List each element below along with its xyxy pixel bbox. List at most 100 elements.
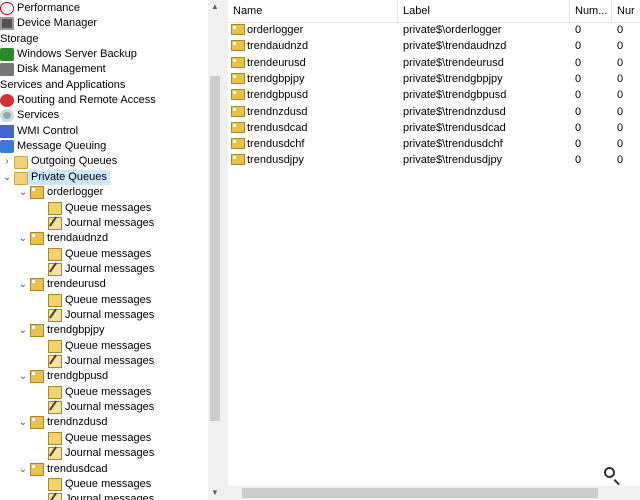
queue-list-row[interactable]: trendeurusd private$\trendeurusd 0 0 — [228, 55, 640, 71]
tree-item-journal-messages[interactable]: Journal messages — [48, 262, 154, 277]
tree-item-device-manager[interactable]: Device Manager — [0, 16, 97, 31]
queue-icon — [231, 72, 245, 84]
queue-name: trendaudnzd — [247, 40, 309, 53]
queue-icon — [30, 278, 44, 291]
tree-item-queue-trendaudnzd[interactable]: ⌄ trendaudnzd — [18, 231, 108, 246]
queue-list-row[interactable]: trendgbpusd private$\trendgbpusd 0 0 — [228, 87, 640, 103]
tree-item-journal-messages[interactable]: Journal messages — [48, 446, 154, 461]
tree-item-services-and-applications[interactable]: Services and Applications — [0, 78, 125, 93]
magnifier-icon[interactable] — [600, 464, 624, 488]
queue-journal-count: 0 — [617, 121, 624, 134]
queue-icon — [30, 232, 44, 245]
tree-item-queue-messages[interactable]: Queue messages — [48, 293, 151, 308]
collapse-chevron-icon[interactable]: ⌄ — [18, 416, 28, 429]
queue-journal-count: 0 — [617, 40, 624, 53]
collapse-chevron-icon[interactable]: ⌄ — [18, 324, 28, 337]
tree-item-queue-messages[interactable]: Queue messages — [48, 477, 151, 492]
tree-item-queue-messages[interactable]: Queue messages — [48, 431, 151, 446]
collapse-chevron-icon[interactable]: ⌄ — [18, 232, 28, 245]
collapse-chevron-icon[interactable]: ⌄ — [18, 463, 28, 476]
queue-name-cell: trendgbpusd — [231, 87, 396, 103]
tree-item-label: trendeurusd — [47, 278, 106, 290]
queue-message-count: 0 — [575, 56, 582, 69]
queue-list-row[interactable]: trendusdchf private$\trendusdchf 0 0 — [228, 136, 640, 152]
tree-item-queue-messages[interactable]: Queue messages — [48, 385, 151, 400]
tree-item-label: Queue messages — [65, 248, 152, 260]
tree-item-storage[interactable]: Storage — [0, 32, 39, 47]
folder-icon — [14, 156, 28, 169]
column-header-name[interactable]: Name — [228, 0, 398, 22]
tree-item-queue-orderlogger[interactable]: ⌄ orderlogger — [18, 185, 103, 200]
queue-list-row[interactable]: trendaudnzd private$\trendaudnzd 0 0 — [228, 38, 640, 54]
queue-list-row[interactable]: trendnzdusd private$\trendnzdusd 0 0 — [228, 104, 640, 120]
device-manager-icon — [0, 17, 14, 30]
queue-icon — [231, 105, 245, 117]
tree-item-journal-messages[interactable]: Journal messages — [48, 400, 154, 415]
tree-item-label: Services — [17, 109, 60, 121]
tree-item-disk-management[interactable]: Disk Management — [0, 62, 106, 77]
tree-item-queue-trendgbpusd[interactable]: ⌄ trendgbpusd — [18, 369, 108, 384]
tree-item-label: trendnzdusd — [47, 416, 108, 428]
tree-item-queue-messages[interactable]: Queue messages — [48, 201, 151, 216]
column-header-number-messages[interactable]: Num... — [570, 0, 612, 22]
tree-item-journal-messages[interactable]: Journal messages — [48, 492, 154, 500]
wmi-icon — [0, 125, 14, 138]
queue-message-count: 0 — [575, 24, 582, 36]
queue-journal-count: 0 — [617, 72, 624, 85]
tree-item-queue-messages[interactable]: Queue messages — [48, 247, 151, 262]
tree-item-queue-trendgbpjpy[interactable]: ⌄ trendgbpjpy — [18, 323, 105, 338]
queue-name: trendusdchf — [247, 138, 305, 151]
tree-item-label: Journal messages — [65, 263, 155, 275]
tree-item-queue-trendusdcad[interactable]: ⌄ trendusdcad — [18, 462, 108, 477]
tree-item-journal-messages[interactable]: Journal messages — [48, 354, 154, 369]
queue-icon — [30, 324, 44, 337]
queue-icon — [30, 416, 44, 429]
column-header-number-journal[interactable]: Nur — [612, 0, 640, 22]
queue-name: trendeurusd — [247, 56, 306, 69]
performance-icon — [0, 2, 14, 15]
list-header: Name Label Num... Nur — [228, 0, 640, 23]
collapse-chevron-icon[interactable]: ⌄ — [18, 370, 28, 383]
tree-item-label: trendaudnzd — [47, 232, 109, 244]
queue-name-cell: trendaudnzd — [231, 38, 396, 54]
tree-item-outgoing-queues[interactable]: › Outgoing Queues — [2, 154, 117, 169]
collapse-chevron-icon[interactable]: ⌄ — [18, 186, 28, 199]
tree-item-services[interactable]: Services — [0, 108, 59, 123]
tree-item-performance[interactable]: Performance — [0, 1, 80, 16]
scroll-up-arrow-icon[interactable]: ▲ — [208, 0, 222, 14]
tree-vertical-scrollbar[interactable]: ▲ ▼ — [208, 0, 222, 500]
tree-item-windows-server-backup[interactable]: Windows Server Backup — [0, 47, 137, 62]
tree-item-queue-trendeurusd[interactable]: ⌄ trendeurusd — [18, 277, 106, 292]
queue-list-row[interactable]: trendgbpjpy private$\trendgbpjpy 0 0 — [228, 71, 640, 87]
list-horizontal-scrollbar[interactable] — [228, 486, 640, 500]
scroll-down-arrow-icon[interactable]: ▼ — [208, 486, 222, 500]
queue-messages-icon — [48, 340, 62, 353]
tree-item-label: Storage — [0, 33, 39, 45]
tree-item-queue-trendnzdusd[interactable]: ⌄ trendnzdusd — [18, 415, 108, 430]
queue-list-row[interactable]: trendusdjpy private$\trendusdjpy 0 0 — [228, 152, 640, 168]
queue-label-cell: private$\trendusdchf — [403, 138, 503, 151]
queue-list-row[interactable]: orderlogger private$\orderlogger 0 0 — [228, 22, 640, 38]
tree-item-wmi-control[interactable]: WMI Control — [0, 124, 78, 139]
tree-item-journal-messages[interactable]: Journal messages — [48, 216, 154, 231]
list-scroll-thumb[interactable] — [242, 488, 598, 498]
tree-item-message-queuing[interactable]: Message Queuing — [0, 139, 106, 154]
tree-item-label: Journal messages — [65, 401, 155, 413]
tree-item-label: Queue messages — [65, 340, 152, 352]
tree-item-routing-and-remote-access[interactable]: Routing and Remote Access — [0, 93, 156, 108]
collapse-chevron-icon[interactable]: ⌄ — [18, 278, 28, 291]
tree-item-queue-messages[interactable]: Queue messages — [48, 339, 151, 354]
tree-item-label: Device Manager — [17, 17, 98, 29]
services-icon — [0, 109, 14, 122]
collapse-chevron-icon[interactable]: ⌄ — [2, 171, 12, 184]
tree-item-label: Queue messages — [65, 294, 152, 306]
queue-label-cell: private$\trendgbpjpy — [403, 72, 503, 85]
tree-item-private-queues[interactable]: ⌄ Private Queues — [2, 170, 110, 185]
tree-scroll-thumb[interactable] — [210, 76, 220, 421]
journal-messages-icon — [48, 309, 62, 322]
tree-item-journal-messages[interactable]: Journal messages — [48, 308, 154, 323]
queue-name-cell: trendusdchf — [231, 136, 396, 152]
column-header-label[interactable]: Label — [398, 0, 570, 22]
expand-chevron-icon[interactable]: › — [2, 155, 12, 168]
queue-list-row[interactable]: trendusdcad private$\trendusdcad 0 0 — [228, 120, 640, 136]
